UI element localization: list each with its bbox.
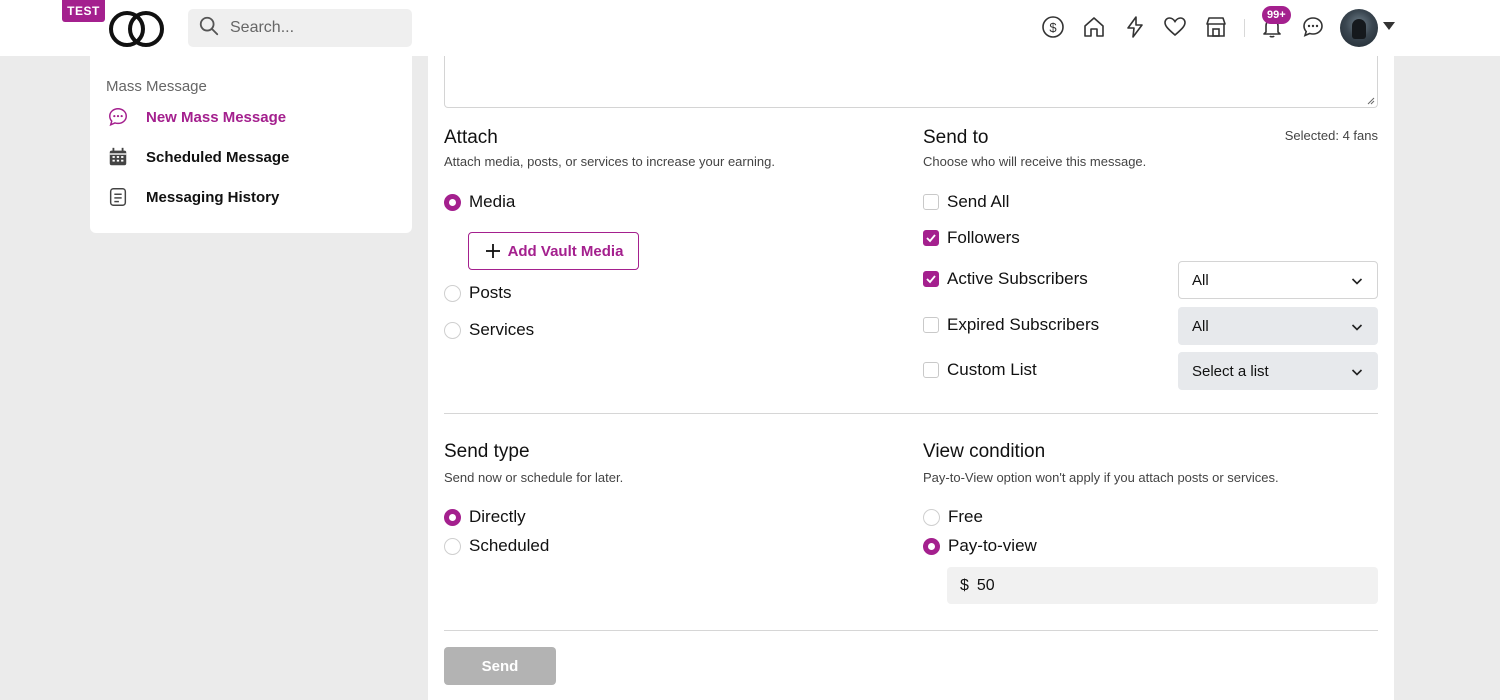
plus-icon: [485, 244, 500, 258]
chevron-down-icon: [1351, 369, 1363, 376]
home-icon[interactable]: [1081, 14, 1107, 40]
selected-fans-count: Selected: 4 fans: [1284, 128, 1378, 143]
followers-checkbox[interactable]: Followers: [923, 228, 1020, 248]
add-vault-media-button[interactable]: Add Vault Media: [468, 232, 639, 270]
checkbox-label: Custom List: [947, 360, 1037, 379]
sidebar-item-label: New Mass Message: [146, 108, 287, 126]
sidebar-item-messaging-history[interactable]: Messaging History: [106, 184, 279, 210]
sidebar-item-new-mass-message[interactable]: New Mass Message: [106, 104, 286, 130]
document-list-icon: [106, 185, 130, 209]
radio-selected-icon[interactable]: [444, 508, 461, 526]
avatar[interactable]: [1340, 9, 1378, 47]
select-value: All: [1192, 317, 1209, 335]
radio-label: Directly: [469, 507, 526, 526]
radio-unselected-icon[interactable]: [444, 321, 461, 339]
svg-text:$: $: [1049, 20, 1057, 35]
send-type-directly[interactable]: Directly: [444, 507, 526, 527]
chat-bubble-icon: [106, 105, 130, 129]
mass-message-form: Attach Attach media, posts, or services …: [428, 56, 1394, 700]
attach-title: Attach: [444, 127, 498, 148]
attach-option-media[interactable]: Media: [444, 192, 515, 212]
checkbox-checked-icon[interactable]: [923, 230, 939, 246]
checkbox-label: Send All: [947, 192, 1010, 211]
active-subscribers-checkbox[interactable]: Active Subscribers: [923, 269, 1088, 289]
attach-subtitle: Attach media, posts, or services to incr…: [444, 154, 775, 169]
send-type-title: Send type: [444, 441, 530, 462]
test-badge: TEST: [62, 0, 105, 22]
custom-list-checkbox[interactable]: Custom List: [923, 360, 1037, 380]
radio-selected-icon[interactable]: [923, 537, 940, 555]
dollar-coin-icon[interactable]: $: [1040, 14, 1066, 40]
expired-subscribers-select[interactable]: All: [1178, 307, 1378, 345]
sidebar: Mass Message New Mass Message Scheduled …: [90, 56, 412, 233]
calendar-icon: [106, 145, 130, 169]
send-type-scheduled[interactable]: Scheduled: [444, 536, 549, 556]
radio-label: Scheduled: [469, 536, 550, 555]
heart-icon[interactable]: [1162, 14, 1188, 40]
checkbox-label: Followers: [947, 228, 1020, 247]
resize-grip-icon[interactable]: [1367, 97, 1375, 105]
checkbox-label: Expired Subscribers: [947, 315, 1100, 334]
price-input[interactable]: [976, 576, 1357, 595]
send-to-title: Send to: [923, 127, 989, 148]
radio-label: Pay-to-view: [948, 536, 1037, 555]
view-condition-pay-to-view[interactable]: Pay-to-view: [923, 536, 1037, 556]
expired-subscribers-checkbox[interactable]: Expired Subscribers: [923, 315, 1099, 335]
sidebar-item-label: Messaging History: [146, 188, 280, 206]
price-field[interactable]: $: [947, 567, 1378, 604]
send-button[interactable]: Send: [444, 647, 556, 685]
radio-unselected-icon[interactable]: [444, 284, 461, 302]
custom-list-select[interactable]: Select a list: [1178, 352, 1378, 390]
send-to-subtitle: Choose who will receive this message.: [923, 154, 1147, 169]
select-value: All: [1192, 271, 1209, 289]
radio-unselected-icon[interactable]: [923, 508, 940, 526]
top-navigation-bar: TEST $ 99+: [0, 0, 1500, 56]
view-condition-subtitle: Pay-to-View option won't apply if you at…: [923, 470, 1279, 485]
checkbox-icon[interactable]: [923, 362, 939, 378]
lightning-bolt-icon[interactable]: [1122, 14, 1148, 40]
attach-option-posts[interactable]: Posts: [444, 283, 512, 303]
currency-symbol: $: [960, 576, 969, 594]
attach-option-services[interactable]: Services: [444, 320, 534, 340]
message-textarea[interactable]: [444, 56, 1378, 108]
sidebar-title: Mass Message: [106, 78, 207, 95]
radio-label: Posts: [469, 283, 512, 302]
sidebar-item-label: Scheduled Message: [146, 148, 290, 166]
nav-divider: [1244, 19, 1245, 37]
store-icon[interactable]: [1203, 14, 1229, 40]
radio-selected-icon[interactable]: [444, 193, 461, 211]
section-divider: [444, 413, 1378, 414]
search-box[interactable]: [188, 9, 412, 47]
radio-label: Media: [469, 192, 516, 211]
checkbox-label: Active Subscribers: [947, 269, 1088, 288]
chat-bubble-icon[interactable]: [1300, 14, 1326, 40]
chevron-down-icon: [1351, 278, 1363, 285]
search-icon: [198, 15, 220, 42]
checkbox-checked-icon[interactable]: [923, 271, 939, 287]
send-all-checkbox[interactable]: Send All: [923, 192, 1009, 212]
checkbox-icon[interactable]: [923, 194, 939, 210]
logo-icon[interactable]: [108, 8, 176, 50]
chevron-down-icon[interactable]: [1383, 22, 1395, 30]
section-divider: [444, 630, 1378, 631]
add-vault-media-label: Add Vault Media: [507, 242, 624, 260]
search-input[interactable]: [230, 19, 400, 37]
sidebar-item-scheduled-message[interactable]: Scheduled Message: [106, 144, 289, 170]
send-type-subtitle: Send now or schedule for later.: [444, 470, 624, 485]
checkbox-icon[interactable]: [923, 317, 939, 333]
select-value: Select a list: [1192, 362, 1269, 380]
radio-label: Services: [469, 320, 535, 339]
view-condition-free[interactable]: Free: [923, 507, 983, 527]
radio-label: Free: [948, 507, 983, 526]
view-condition-title: View condition: [923, 441, 1046, 462]
notification-count-badge: 99+: [1262, 6, 1291, 24]
radio-unselected-icon[interactable]: [444, 537, 461, 555]
chevron-down-icon: [1351, 324, 1363, 331]
active-subscribers-select[interactable]: All: [1178, 261, 1378, 299]
